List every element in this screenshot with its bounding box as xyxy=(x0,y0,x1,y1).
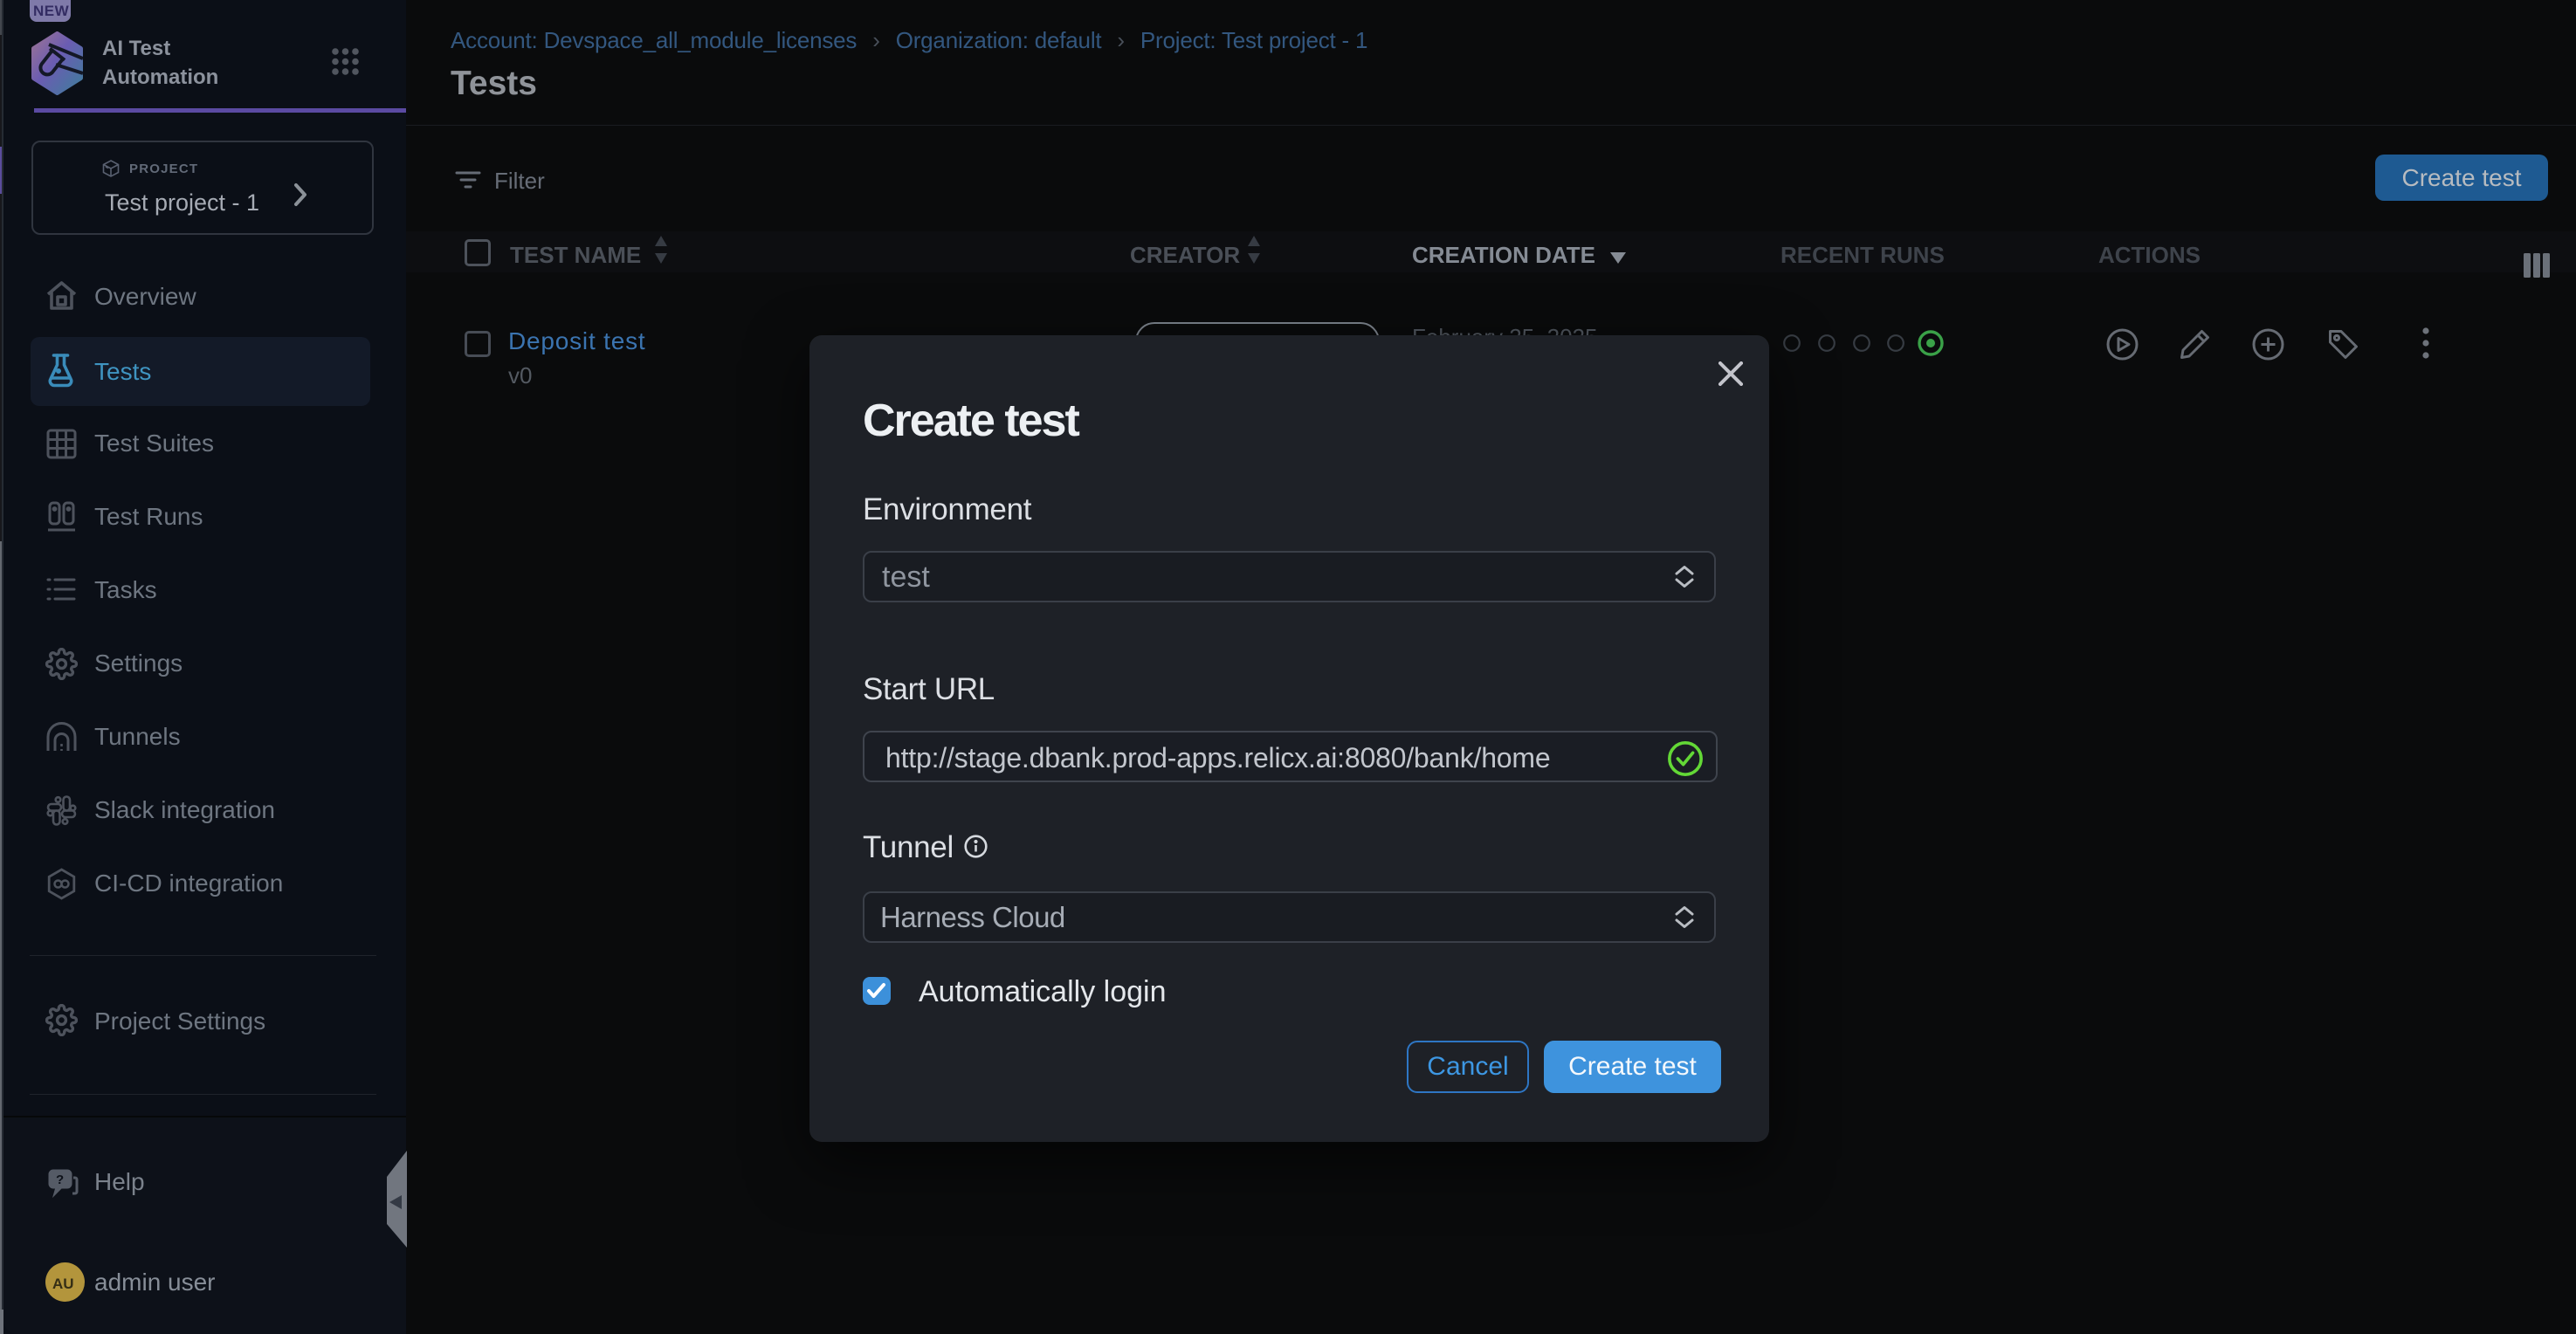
svg-text:?: ? xyxy=(56,1172,64,1187)
